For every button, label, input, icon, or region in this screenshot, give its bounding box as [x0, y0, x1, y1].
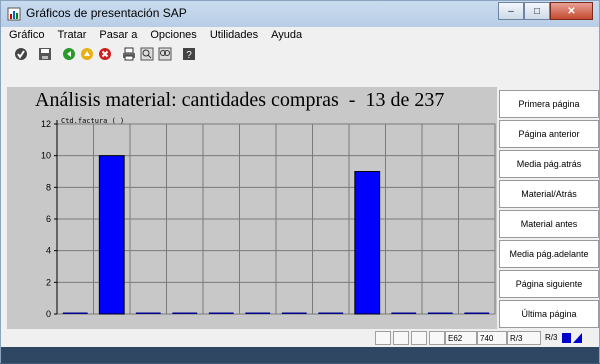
client-field: 740: [477, 331, 507, 345]
first-page-button[interactable]: Primera página: [499, 90, 599, 118]
y-axis-unit-label: Ctd.factura ( ): [61, 117, 125, 125]
half-page-back-button[interactable]: Media pág.atrás: [499, 150, 599, 178]
bar: [245, 312, 271, 314]
bar: [172, 312, 198, 314]
status-bar: E62 740 R/3 R/3: [1, 329, 599, 347]
bar: [464, 312, 490, 314]
status-cell-3: [411, 331, 427, 345]
material-before-button[interactable]: Material antes: [499, 210, 599, 238]
chart-title: Análisis material: cantidades compras - …: [35, 89, 445, 111]
y-tick-label: 0: [46, 309, 51, 319]
bar: [98, 155, 125, 315]
sap-logo-icon: [562, 333, 582, 343]
y-tick-label: 2: [46, 277, 51, 287]
y-tick-label: 8: [46, 182, 51, 192]
y-tick-label: 4: [46, 246, 51, 256]
status-cell-2: [393, 331, 409, 345]
bar: [208, 312, 234, 314]
bar: [281, 312, 307, 314]
bar: [354, 171, 381, 315]
next-page-button[interactable]: Página siguiente: [499, 270, 599, 298]
y-tick-label: 10: [41, 151, 51, 161]
status-cell-4: [429, 331, 445, 345]
system-field: R/3: [507, 331, 541, 345]
bar: [427, 312, 453, 314]
status-cell-1: [375, 331, 391, 345]
y-tick-label: 12: [41, 119, 51, 129]
half-page-forward-button[interactable]: Media pág.adelante: [499, 240, 599, 268]
navigation-panel: Primera página Página anterior Media pág…: [499, 87, 600, 329]
system-label: R/3: [545, 333, 558, 342]
bar: [135, 312, 161, 314]
bar: [318, 312, 344, 314]
previous-page-button[interactable]: Página anterior: [499, 120, 599, 148]
material-back-button[interactable]: Material/Atrás: [499, 180, 599, 208]
system-id-field: E62: [445, 331, 477, 345]
background-strip: [1, 347, 599, 363]
bar: [391, 312, 417, 314]
last-page-button[interactable]: Última página: [499, 300, 599, 328]
bar: [62, 312, 88, 314]
y-tick-label: 6: [46, 214, 51, 224]
sap-graphics-window: Gráficos de presentación SAP – □ ✕ Gráfi…: [0, 0, 600, 363]
